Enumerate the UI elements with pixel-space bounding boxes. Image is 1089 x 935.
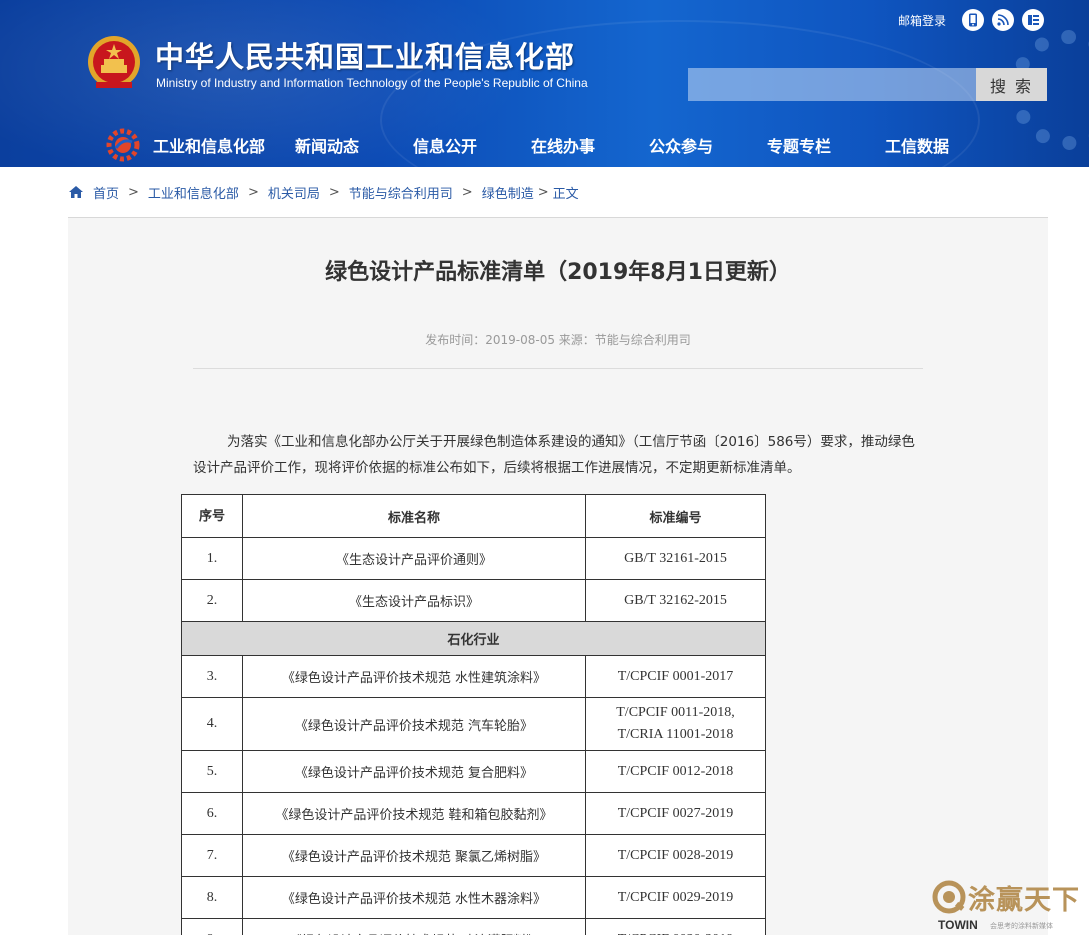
table-cell-no: 2. xyxy=(181,579,243,622)
table-cell-name: 《生态设计产品评价通则》 xyxy=(242,537,586,580)
article-intro: 为落实《工业和信息化部办公厅关于开展绿色制造体系建设的通知》（工信厅节函〔201… xyxy=(193,434,915,476)
breadcrumb-home[interactable]: 首页 xyxy=(93,183,119,202)
table-row: 8. 《绿色设计产品评价技术规范 水性木器涂料》 T/CPCIF 0029-20… xyxy=(181,876,766,919)
table-cell-no: 1. xyxy=(181,537,243,580)
table-row: 2. 《生态设计产品标识》 GB/T 32162-2015 xyxy=(181,579,766,622)
breadcrumb: 首页 > 工业和信息化部 > 机关司局 > 节能与综合利用司 > 绿色制造 > … xyxy=(68,182,579,202)
watermark-english: TOWIN xyxy=(938,918,978,932)
nav-item-special-topics[interactable]: 专题专栏 xyxy=(740,130,858,164)
search-button[interactable]: 搜 索 xyxy=(976,68,1047,101)
table-cell-code: T/CPCIF 0011-2018, T/CRIA 11001-2018 xyxy=(585,697,766,751)
nav-item-news[interactable]: 新闻动态 xyxy=(268,130,386,164)
breadcrumb-energy-saving-dept[interactable]: 节能与综合利用司 xyxy=(349,183,453,202)
table-row: 3. 《绿色设计产品评价技术规范 水性建筑涂料》 T/CPCIF 0001-20… xyxy=(181,655,766,698)
table-header-no: 序号 xyxy=(181,494,243,538)
nav-item-online-services[interactable]: 在线办事 xyxy=(504,130,622,164)
article-title: 绿色设计产品标准清单（2019年8月1日更新） xyxy=(325,260,791,285)
table-cell-code: T/CPCIF 0012-2018 xyxy=(585,750,766,793)
breadcrumb-separator: > xyxy=(128,184,139,200)
towin-watermark: 涂赢天下 TOWIN 会思考的涂料新媒体 xyxy=(930,878,1085,935)
table-row: 4. 《绿色设计产品评价技术规范 汽车轮胎》 T/CPCIF 0011-2018… xyxy=(181,697,766,751)
table-category-label: 石化行业 xyxy=(181,621,766,656)
table-header-row: 序号 标准名称 标准编号 xyxy=(181,494,766,538)
towin-logo-icon xyxy=(932,880,966,914)
table-cell-code: T/CPCIF 0030-2019 xyxy=(585,918,766,935)
table-cell-name: 《绿色设计产品评价技术规范 聚氯乙烯树脂》 xyxy=(242,834,586,877)
table-cell-no: 9. xyxy=(181,918,243,935)
search-input[interactable] xyxy=(688,68,976,101)
table-cell-name: 《绿色设计产品评价技术规范 鞋和箱包胶黏剂》 xyxy=(242,792,586,835)
breadcrumb-separator: > xyxy=(537,184,549,200)
breadcrumb-separator: > xyxy=(247,184,259,200)
watermark-slogan: 会思考的涂料新媒体 xyxy=(990,922,1053,930)
table-cell-code: T/CPCIF 0001-2017 xyxy=(585,655,766,698)
table-cell-name: 《绿色设计产品评价技术规范 复合肥料》 xyxy=(242,750,586,793)
table-row: 1. 《生态设计产品评价通则》 GB/T 32161-2015 xyxy=(181,537,766,580)
table-row: 5. 《绿色设计产品评价技术规范 复合肥料》 T/CPCIF 0012-2018 xyxy=(181,750,766,793)
table-cell-no: 8. xyxy=(181,876,243,919)
mobile-icon[interactable] xyxy=(962,9,984,31)
rss-icon[interactable] xyxy=(992,9,1014,31)
standards-table: 序号 标准名称 标准编号 1. 《生态设计产品评价通则》 GB/T 32161-… xyxy=(181,494,766,935)
table-header-name: 标准名称 xyxy=(242,494,586,538)
table-cell-no: 7. xyxy=(181,834,243,877)
breadcrumb-green-manufacturing[interactable]: 绿色制造 xyxy=(482,183,534,202)
table-cell-name: 《绿色设计产品评价技术规范 水性建筑涂料》 xyxy=(242,655,586,698)
table-cell-code: GB/T 32161-2015 xyxy=(585,537,766,580)
ministry-logo-icon xyxy=(106,128,140,162)
home-icon[interactable] xyxy=(68,185,84,199)
table-cell-no: 5. xyxy=(181,750,243,793)
table-cell-no: 4. xyxy=(181,697,243,751)
top-links: 邮箱登录 xyxy=(898,9,1044,31)
table-row: 9. 《绿色设计产品评价技术规范 喷滴灌肥料》 T/CPCIF 0030-201… xyxy=(181,918,766,935)
table-cell-no: 6. xyxy=(181,792,243,835)
table-cell-name: 《生态设计产品标识》 xyxy=(242,579,586,622)
national-emblem-icon xyxy=(88,36,140,88)
table-cell-name: 《绿色设计产品评价技术规范 水性木器涂料》 xyxy=(242,876,586,919)
breadcrumb-current[interactable]: 正文 xyxy=(553,183,579,202)
table-row: 7. 《绿色设计产品评价技术规范 聚氯乙烯树脂》 T/CPCIF 0028-20… xyxy=(181,834,766,877)
site-title-english: Ministry of Industry and Information Tec… xyxy=(156,76,588,90)
article-content: 绿色设计产品标准清单（2019年8月1日更新） 发布时间：2019-08-05 … xyxy=(68,218,1048,935)
table-cell-name: 《绿色设计产品评价技术规范 汽车轮胎》 xyxy=(242,697,586,751)
nav-item-public-participation[interactable]: 公众参与 xyxy=(622,130,740,164)
table-cell-name: 《绿色设计产品评价技术规范 喷滴灌肥料》 xyxy=(242,918,586,935)
table-row: 6. 《绿色设计产品评价技术规范 鞋和箱包胶黏剂》 T/CPCIF 0027-2… xyxy=(181,792,766,835)
table-cell-code-line: T/CRIA 11001-2018 xyxy=(617,727,734,742)
site-header: 中华人民共和国工业和信息化部 Ministry of Industry and … xyxy=(0,0,1089,167)
table-cell-code: T/CPCIF 0029-2019 xyxy=(585,876,766,919)
table-cell-code: GB/T 32162-2015 xyxy=(585,579,766,622)
table-cell-code-line: T/CPCIF 0011-2018, xyxy=(616,705,735,720)
weibo-icon[interactable] xyxy=(1022,9,1044,31)
nav-item-disclosure[interactable]: 信息公开 xyxy=(386,130,504,164)
email-login-link[interactable]: 邮箱登录 xyxy=(898,12,946,29)
table-header-code: 标准编号 xyxy=(585,494,766,538)
meta-divider xyxy=(193,368,923,369)
breadcrumb-separator: > xyxy=(328,184,340,200)
main-nav: 工业和信息化部 新闻动态 信息公开 在线办事 公众参与 专题专栏 工信数据 xyxy=(150,130,976,164)
breadcrumb-separator: > xyxy=(461,184,473,200)
article-meta: 发布时间：2019-08-05 来源：节能与综合利用司 xyxy=(425,333,691,347)
watermark-name: 涂赢天下 xyxy=(968,885,1080,916)
breadcrumb-departments[interactable]: 机关司局 xyxy=(268,183,320,202)
table-cell-no: 3. xyxy=(181,655,243,698)
table-category-row: 石化行业 xyxy=(181,621,766,656)
breadcrumb-ministry[interactable]: 工业和信息化部 xyxy=(148,183,239,202)
nav-item-ministry[interactable]: 工业和信息化部 xyxy=(150,130,268,164)
site-title: 中华人民共和国工业和信息化部 xyxy=(155,40,576,74)
table-cell-code: T/CPCIF 0028-2019 xyxy=(585,834,766,877)
nav-item-data[interactable]: 工信数据 xyxy=(858,130,976,164)
table-cell-code: T/CPCIF 0027-2019 xyxy=(585,792,766,835)
